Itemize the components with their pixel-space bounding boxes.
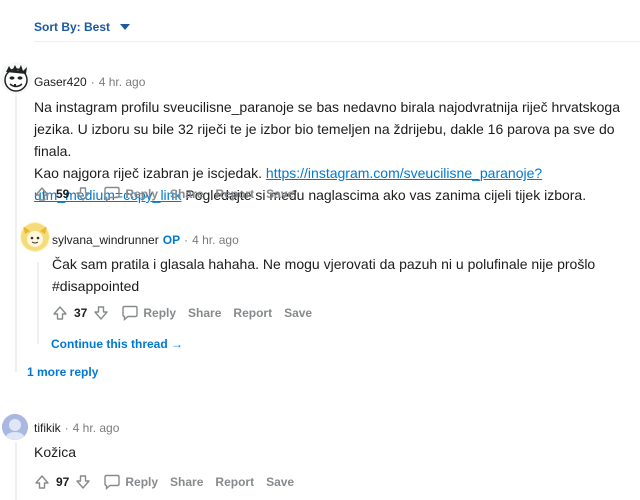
vote-count: 97 [56, 475, 70, 489]
comment-bubble-icon [104, 186, 121, 202]
avatar[interactable] [20, 222, 50, 252]
upvote-icon[interactable] [52, 305, 68, 321]
downvote-icon[interactable] [93, 305, 109, 321]
comment-meta: sylvana_windrunner OP · 4 hr. ago [52, 233, 239, 247]
comment-text-fragment: Kao najgora riječ izabran je iscjedak. [34, 165, 263, 181]
sort-label: Sort By: Best [34, 20, 111, 34]
thread-line-root [15, 92, 17, 372]
avatar-default-icon [2, 414, 28, 440]
comment-text-line: jezika. U izboru su bile 32 riječi te je… [34, 121, 615, 159]
share-button[interactable]: Share [170, 187, 203, 201]
arrow-right-icon: → [171, 337, 184, 351]
reply-label: Reply [125, 475, 159, 489]
save-label: Save [284, 306, 313, 320]
comment-text-line: Na instagram profilu sveucilisne_paranoj… [34, 99, 620, 115]
share-label: Share [188, 306, 222, 320]
thread-line-tifikik [15, 442, 17, 500]
vote-count: 37 [74, 306, 88, 320]
share-button[interactable]: Share [170, 475, 203, 489]
share-label: Share [170, 475, 204, 489]
downvote-icon[interactable] [75, 186, 91, 202]
continue-thread-label: Continue this thread [51, 337, 168, 351]
save-label: Save [266, 475, 295, 489]
avatar-troll-face-icon [4, 65, 28, 92]
comment-body: Kožica [34, 441, 614, 463]
comment-actions: 37 Reply Share Report Save [52, 301, 324, 325]
share-label: Share [170, 187, 204, 201]
avatar[interactable] [0, 62, 32, 94]
report-button[interactable]: Report [215, 187, 254, 201]
reply-button[interactable]: Reply [103, 186, 158, 202]
more-replies-link[interactable]: 1 more reply [27, 365, 98, 379]
upvote-icon[interactable] [34, 186, 50, 202]
continue-thread-link[interactable]: Continue this thread → [51, 337, 183, 351]
avatar[interactable] [2, 414, 28, 440]
separator-dot: · [64, 421, 69, 435]
report-label: Report [215, 475, 255, 489]
thread-line-child [37, 262, 39, 344]
comment-author[interactable]: sylvana_windrunner [52, 233, 159, 247]
comment-meta: tifikik · 4 hr. ago [34, 421, 119, 435]
comment-time[interactable]: 4 hr. ago [99, 75, 146, 89]
comment-author[interactable]: tifikik [34, 421, 61, 435]
reply-button[interactable]: Reply [103, 474, 158, 490]
sort-dropdown[interactable]: Sort By: Best [34, 17, 131, 37]
save-button[interactable]: Save [266, 187, 294, 201]
comment-bubble-icon [122, 305, 139, 321]
save-label: Save [266, 187, 295, 201]
comment-text-line: Čak sam pratila i glasala hahaha. Ne mog… [52, 256, 596, 272]
report-button[interactable]: Report [233, 306, 272, 320]
comment-meta: Gaser420 · 4 hr. ago [34, 75, 145, 89]
downvote-icon[interactable] [75, 474, 91, 490]
reply-button[interactable]: Reply [121, 305, 176, 321]
comment-body: Čak sam pratila i glasala hahaha. Ne mog… [52, 253, 632, 297]
comment-time[interactable]: 4 hr. ago [73, 421, 120, 435]
comment-text-line: #disappointed [52, 278, 140, 294]
comment-actions: 59 Reply Share Report Save [34, 182, 306, 206]
comment-time[interactable]: 4 hr. ago [192, 233, 239, 247]
upvote-icon[interactable] [34, 474, 50, 490]
report-label: Report [233, 306, 273, 320]
reply-label: Reply [143, 306, 177, 320]
comment-actions: 97 Reply Share Report Save [34, 470, 306, 494]
report-label: Report [215, 187, 255, 201]
comment-text-line: Kožica [34, 444, 77, 460]
more-replies-label: 1 more reply [27, 365, 99, 379]
save-button[interactable]: Save [284, 306, 312, 320]
avatar-character-icon [21, 223, 49, 251]
reply-label: Reply [125, 187, 159, 201]
separator-dot: · [184, 233, 189, 247]
divider [34, 41, 640, 42]
separator-dot: · [90, 75, 95, 89]
save-button[interactable]: Save [266, 475, 294, 489]
report-button[interactable]: Report [215, 475, 254, 489]
chevron-down-icon [120, 24, 131, 30]
comment-text-line: Kao najgora riječ izabran je iscjedak. h… [34, 162, 634, 184]
comment-bubble-icon [104, 474, 121, 490]
op-badge: OP [162, 233, 181, 247]
vote-count: 59 [56, 187, 70, 201]
comment-author[interactable]: Gaser420 [34, 75, 87, 89]
share-button[interactable]: Share [188, 306, 221, 320]
instagram-link[interactable]: https://instagram.com/sveucilisne_parano… [266, 165, 542, 181]
